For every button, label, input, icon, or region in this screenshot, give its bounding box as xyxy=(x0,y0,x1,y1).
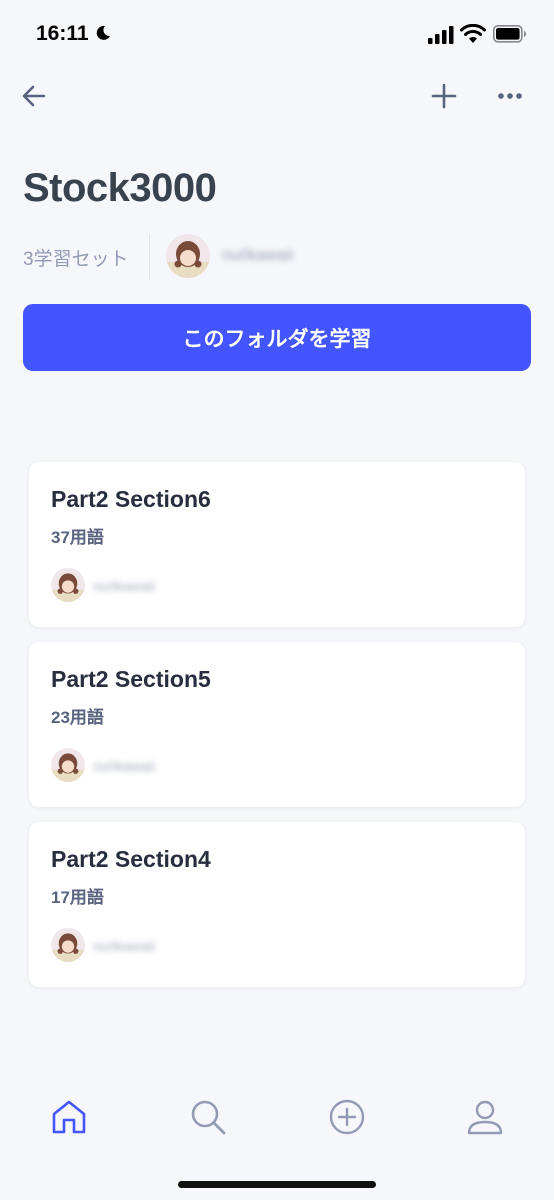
set-title: Part2 Section4 xyxy=(51,846,211,872)
set-card[interactable]: Part2 Section5 23用語 nu0kawaii xyxy=(29,642,525,807)
study-folder-button[interactable]: このフォルダを学習 xyxy=(23,304,531,371)
home-icon[interactable] xyxy=(50,1098,88,1136)
set-card[interactable]: Part2 Section6 37用語 nu0kawaii xyxy=(29,462,525,627)
cellular-signal-icon xyxy=(428,26,454,44)
set-owner-username: nu0kawaii xyxy=(93,758,156,774)
set-owner-username: nu0kawaii xyxy=(93,938,156,954)
status-bar: 16:11 xyxy=(0,0,554,70)
set-owner-username: nu0kawaii xyxy=(93,578,156,594)
avatar xyxy=(51,928,85,962)
add-icon[interactable] xyxy=(430,82,458,110)
wifi-icon xyxy=(460,24,486,43)
more-options-icon[interactable] xyxy=(496,82,524,110)
avatar xyxy=(51,748,85,782)
moon-icon xyxy=(96,25,110,40)
status-time: 16:11 xyxy=(36,22,89,45)
back-arrow-icon[interactable] xyxy=(20,82,48,110)
profile-icon[interactable] xyxy=(466,1098,504,1136)
create-icon[interactable] xyxy=(328,1098,366,1136)
folder-title: Stock3000 xyxy=(23,166,217,210)
owner-avatar[interactable] xyxy=(166,234,210,278)
set-title: Part2 Section6 xyxy=(51,486,211,512)
set-term-count: 37用語 xyxy=(51,528,104,547)
battery-icon xyxy=(493,25,526,43)
set-term-count: 23用語 xyxy=(51,708,104,727)
meta-divider xyxy=(149,234,150,280)
avatar xyxy=(51,568,85,602)
set-term-count: 17用語 xyxy=(51,888,104,907)
home-indicator xyxy=(178,1181,376,1188)
search-icon[interactable] xyxy=(189,1098,227,1136)
set-card[interactable]: Part2 Section4 17用語 nu0kawaii xyxy=(29,822,525,987)
set-count: 3学習セット xyxy=(23,249,129,270)
owner-username[interactable]: nu0kawaii xyxy=(222,247,293,265)
set-title: Part2 Section5 xyxy=(51,666,211,692)
